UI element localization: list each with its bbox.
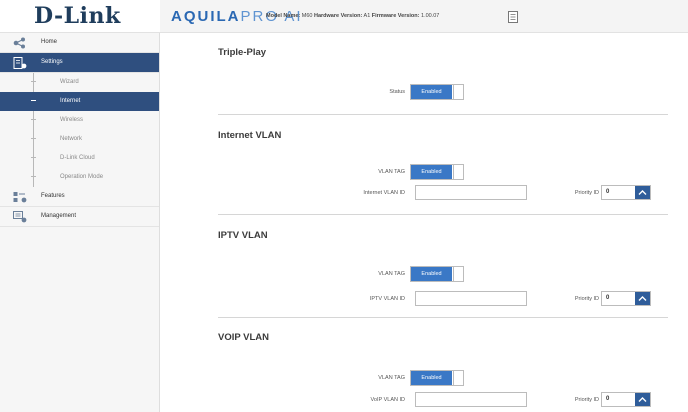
voip-vlan-id-input[interactable] <box>415 392 527 407</box>
fw-value: 1.00.07 <box>421 13 440 19</box>
settings-icon <box>13 57 27 69</box>
section-divider <box>218 114 668 115</box>
submenu-tick <box>31 157 36 158</box>
select-value: 0 <box>606 189 610 195</box>
hw-label: Hardware Version: <box>314 13 363 19</box>
toggle-knob <box>453 267 463 281</box>
sidebar-subitem-wireless[interactable]: Wireless <box>0 111 159 130</box>
voip-vlan-tag-toggle[interactable]: Enabled <box>410 370 464 386</box>
toggle-on-state: Enabled <box>411 267 452 281</box>
sidebar-subitem-dlink-cloud[interactable]: D-Link Cloud <box>0 149 159 168</box>
sidebar-item-settings[interactable]: Settings <box>0 53 159 73</box>
internet-priority-select[interactable]: 0 <box>601 185 651 200</box>
internet-vlan-tag-toggle[interactable]: Enabled <box>410 164 464 180</box>
status-label: Status <box>389 89 405 95</box>
sidebar-item-label: Home <box>41 39 58 45</box>
sidebar-subitem-label: Network <box>60 136 83 142</box>
sidebar-subitem-label: Internet <box>60 98 81 104</box>
fw-label: Firmware Version: <box>371 13 420 19</box>
internet-vlan-title: Internet VLAN <box>218 130 282 141</box>
sidebar-item-label: Management <box>41 213 77 219</box>
submenu-tick <box>31 138 36 139</box>
toggle-on-state: Enabled <box>411 85 452 99</box>
sidebar-subitem-internet[interactable]: Internet <box>0 92 159 111</box>
settings-submenu: Wizard Internet Wireless Network D-Link … <box>0 73 159 187</box>
device-info: Model Name: M60 Hardware Version: A1 Fir… <box>266 13 439 19</box>
hw-value: A1 <box>363 13 371 19</box>
iptv-vlan-id-input[interactable] <box>415 291 527 306</box>
submenu-tick <box>31 176 36 177</box>
dlink-logo[interactable]: D-Link <box>34 3 121 29</box>
voip-vlan-tag-label: VLAN TAG <box>378 375 405 381</box>
section-divider <box>218 214 668 215</box>
sidebar-subitem-label: Wireless <box>60 117 84 123</box>
iptv-priority-label: Priority ID <box>574 296 599 302</box>
sidebar-subitem-wizard[interactable]: Wizard <box>0 73 159 92</box>
iptv-vlan-id-label: IPTV VLAN ID <box>369 296 405 302</box>
top-header: D-Link AQUILAPRO AI Model Name: M60 Hard… <box>0 0 688 33</box>
toggle-knob <box>453 371 463 385</box>
iptv-vlan-tag-label: VLAN TAG <box>378 271 405 277</box>
sidebar: Home Settings Wizard Internet Wireless N… <box>0 33 160 412</box>
toggle-knob <box>453 165 463 179</box>
sidebar-item-home[interactable]: Home <box>0 33 159 53</box>
chevron-up-icon[interactable] <box>635 393 650 406</box>
triple-play-title: Triple-Play <box>218 47 267 58</box>
voip-vlan-title: VOIP VLAN <box>218 332 270 343</box>
internet-vlan-tag-label: VLAN TAG <box>378 169 405 175</box>
voip-priority-select[interactable]: 0 <box>601 392 651 407</box>
iptv-priority-select[interactable]: 0 <box>601 291 651 306</box>
sidebar-subitem-label: Operation Mode <box>60 174 104 180</box>
main-content: Triple-Play Status Enabled Internet VLAN… <box>161 33 688 412</box>
internet-priority-label: Priority ID <box>574 190 599 196</box>
submenu-tick <box>31 119 36 120</box>
iptv-vlan-tag-toggle[interactable]: Enabled <box>410 266 464 282</box>
logo-area: D-Link <box>0 0 160 33</box>
toggle-on-state: Enabled <box>411 371 452 385</box>
select-value: 0 <box>606 295 610 301</box>
chevron-up-icon[interactable] <box>635 186 650 199</box>
sidebar-item-features[interactable]: Features <box>0 187 159 207</box>
chevron-up-icon[interactable] <box>635 292 650 305</box>
toggle-knob <box>453 85 463 99</box>
internet-vlan-id-input[interactable] <box>415 185 527 200</box>
internet-vlan-id-label: Internet VLAN ID <box>363 190 405 196</box>
submenu-tick <box>31 100 36 101</box>
sidebar-subitem-label: D-Link Cloud <box>60 155 95 161</box>
toggle-on-state: Enabled <box>411 165 452 179</box>
triple-play-status-toggle[interactable]: Enabled <box>410 84 464 100</box>
sidebar-item-management[interactable]: Management <box>0 207 159 227</box>
sidebar-subitem-label: Wizard <box>60 79 79 85</box>
management-icon <box>13 211 27 223</box>
features-icon <box>13 192 27 203</box>
voip-priority-label: Priority ID <box>574 397 599 403</box>
model-value: M60 <box>301 13 313 19</box>
model-label: Model Name: <box>266 13 301 19</box>
section-divider <box>218 317 668 318</box>
document-icon[interactable] <box>508 11 518 23</box>
sidebar-item-label: Settings <box>41 59 63 65</box>
sidebar-subitem-operation-mode[interactable]: Operation Mode <box>0 168 159 187</box>
brand-main: AQUILA <box>171 8 241 25</box>
home-network-icon <box>13 37 25 49</box>
iptv-vlan-title: IPTV VLAN <box>218 230 268 241</box>
sidebar-item-label: Features <box>41 193 65 199</box>
sidebar-subitem-network[interactable]: Network <box>0 130 159 149</box>
select-value: 0 <box>606 396 610 402</box>
voip-vlan-id-label: VoIP VLAN ID <box>370 397 405 403</box>
submenu-tick <box>31 81 36 82</box>
